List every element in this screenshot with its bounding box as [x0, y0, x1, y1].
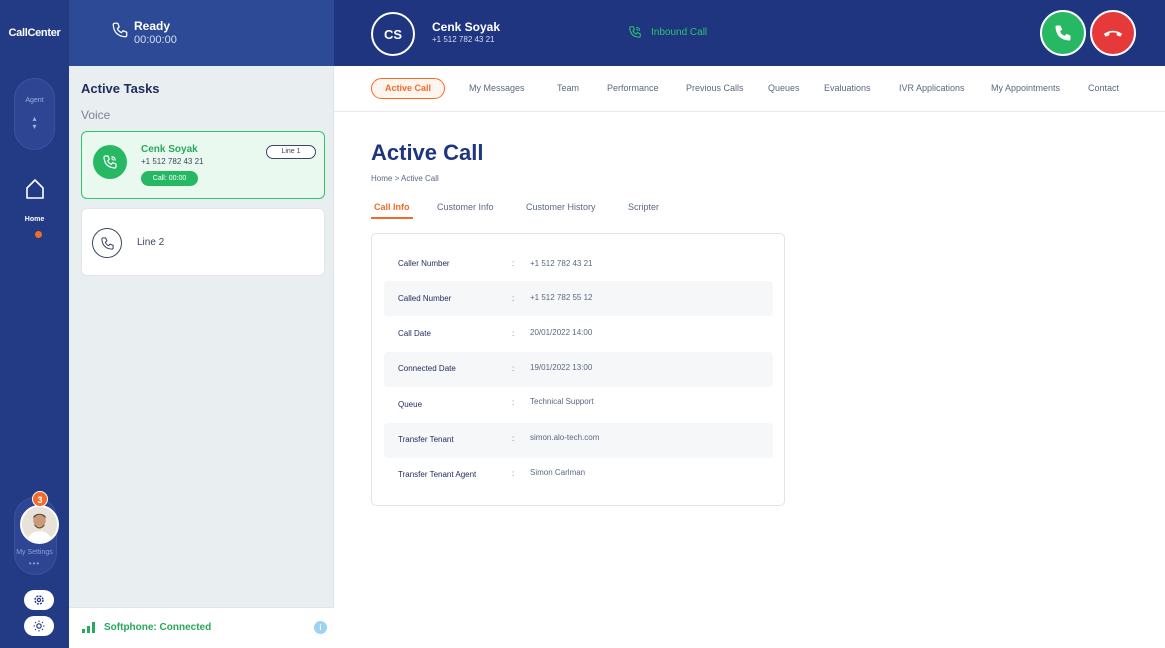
call-date-value: 20/01/2022 14:00 — [530, 328, 593, 337]
tab-queues[interactable]: Queues — [768, 83, 800, 93]
user-avatar[interactable] — [20, 505, 59, 544]
tab-ivr-applications[interactable]: IVR Applications — [899, 83, 965, 93]
agent-status-bar[interactable] — [69, 0, 334, 66]
caller-number-label: Caller Number — [398, 259, 450, 268]
reject-call-button[interactable] — [1090, 10, 1136, 56]
home-active-dot — [35, 231, 42, 238]
inbound-call-icon — [629, 26, 641, 38]
row-colon: : — [512, 294, 515, 303]
agent-status-timer: 00:00:00 — [134, 34, 177, 46]
transfer-tenant-value: simon.alo-tech.com — [530, 433, 600, 442]
more-dots-icon[interactable]: ••• — [0, 559, 69, 568]
active-tasks-title: Active Tasks — [81, 81, 160, 96]
called-number-value: +1 512 782 55 12 — [530, 293, 593, 302]
task-caller-number: +1 512 782 43 21 — [141, 157, 204, 166]
row-colon: : — [512, 259, 515, 268]
agent-status-title: Ready — [134, 19, 171, 33]
queue-value: Technical Support — [530, 397, 594, 406]
home-nav-label[interactable]: Home — [0, 216, 69, 223]
subtab-scripter[interactable]: Scripter — [628, 202, 659, 212]
connected-date-label: Connected Date — [398, 364, 456, 373]
active-call-icon — [93, 145, 127, 179]
notification-badge: 3 — [32, 491, 48, 507]
caller-number-value: +1 512 782 43 21 — [530, 259, 593, 268]
subtab-customer-info[interactable]: Customer Info — [437, 202, 494, 212]
softphone-status-text: Softphone: Connected — [104, 622, 212, 633]
my-settings-label[interactable]: My Settings — [0, 549, 69, 556]
called-number-label: Called Number — [398, 294, 452, 303]
tab-active-call[interactable]: Active Call — [371, 78, 445, 99]
caller-name: Cenk Soyak — [432, 20, 501, 34]
theme-toggle-button[interactable] — [24, 616, 54, 636]
hang-up-icon — [1103, 30, 1123, 37]
up-down-icon: ▴ ▾ — [32, 114, 37, 131]
accept-call-button[interactable] — [1040, 10, 1086, 56]
phone-icon — [112, 22, 128, 38]
transfer-tenant-label: Transfer Tenant — [398, 435, 454, 444]
subtab-customer-history[interactable]: Customer History — [526, 202, 596, 212]
phone-icon — [92, 228, 122, 258]
page-title: Active Call — [371, 140, 484, 165]
queue-label: Queue — [398, 400, 423, 409]
call-direction-label: Inbound Call — [651, 27, 708, 38]
tab-evaluations[interactable]: Evaluations — [824, 83, 871, 93]
transfer-tenant-agent-value: Simon Carlman — [530, 468, 586, 477]
connected-date-value: 19/01/2022 13:00 — [530, 363, 593, 372]
phone-icon — [1055, 25, 1071, 41]
tab-contact[interactable]: Contact — [1088, 83, 1119, 93]
transfer-tenant-agent-label: Transfer Tenant Agent — [398, 470, 477, 479]
row-colon: : — [512, 329, 515, 338]
line-badge: Line 1 — [266, 145, 316, 159]
app-logo[interactable]: CallCenter — [0, 0, 69, 66]
row-colon: : — [512, 364, 515, 373]
tab-my-messages[interactable]: My Messages — [469, 83, 525, 93]
task-caller-name: Cenk Soyak — [141, 144, 198, 155]
gear-icon — [34, 595, 44, 605]
signal-icon — [82, 622, 95, 633]
caller-number: +1 512 782 43 21 — [432, 35, 495, 44]
voice-section-label: Voice — [81, 108, 111, 122]
tab-team[interactable]: Team — [557, 83, 579, 93]
caller-initials-avatar: CS — [371, 12, 415, 56]
tab-previous-calls[interactable]: Previous Calls — [686, 83, 744, 93]
row-colon: : — [512, 469, 515, 478]
subtab-active-indicator — [371, 217, 413, 219]
agent-label: Agent — [25, 97, 44, 104]
home-icon[interactable] — [25, 178, 45, 200]
line-2-label: Line 2 — [137, 237, 165, 248]
agent-status-selector[interactable]: Agent ▴ ▾ — [14, 78, 55, 150]
info-icon[interactable]: i — [314, 621, 327, 634]
sun-icon — [33, 620, 45, 632]
tab-performance[interactable]: Performance — [607, 83, 659, 93]
tab-my-appointments[interactable]: My Appointments — [991, 83, 1060, 93]
subtab-call-info[interactable]: Call Info — [374, 202, 410, 212]
task-call-timer: Call: 00:00 — [141, 171, 198, 186]
row-colon: : — [512, 398, 515, 407]
breadcrumb[interactable]: Home > Active Call — [371, 174, 439, 183]
settings-button[interactable] — [24, 590, 54, 610]
call-date-label: Call Date — [398, 329, 431, 338]
row-colon: : — [512, 434, 515, 443]
